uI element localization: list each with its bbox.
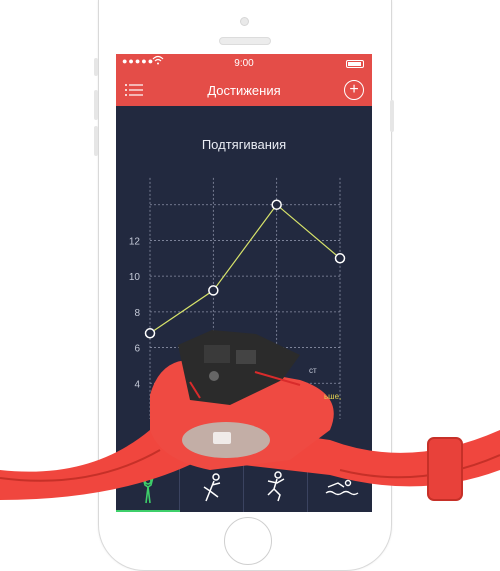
add-button[interactable]: + [344, 80, 364, 100]
power-button [390, 100, 394, 132]
data-point [208, 285, 219, 296]
data-point [334, 253, 346, 264]
volume-down-button [94, 126, 98, 156]
y-tick-label: 8 [134, 308, 140, 319]
y-tick-label: 10 [129, 272, 141, 283]
y-tick-label: 12 [129, 236, 141, 247]
status-bar: ●●●●● 9:00 [116, 54, 372, 74]
axis-label-fragment: ст [309, 366, 317, 375]
home-button[interactable] [224, 517, 272, 565]
nav-bar: Достижения + [116, 74, 372, 106]
silent-switch [94, 58, 98, 76]
page-title: Достижения [207, 83, 281, 98]
note-fragment: ьше, [324, 392, 342, 401]
earpiece-speaker [219, 37, 271, 45]
battery-icon [346, 60, 364, 68]
status-time: 9:00 [234, 58, 254, 69]
fitness-band-image [0, 330, 500, 501]
front-camera [240, 17, 249, 26]
series-line [149, 203, 341, 334]
chart-title: Подтягивания [201, 137, 287, 152]
volume-up-button [94, 90, 98, 120]
data-point [271, 199, 282, 210]
